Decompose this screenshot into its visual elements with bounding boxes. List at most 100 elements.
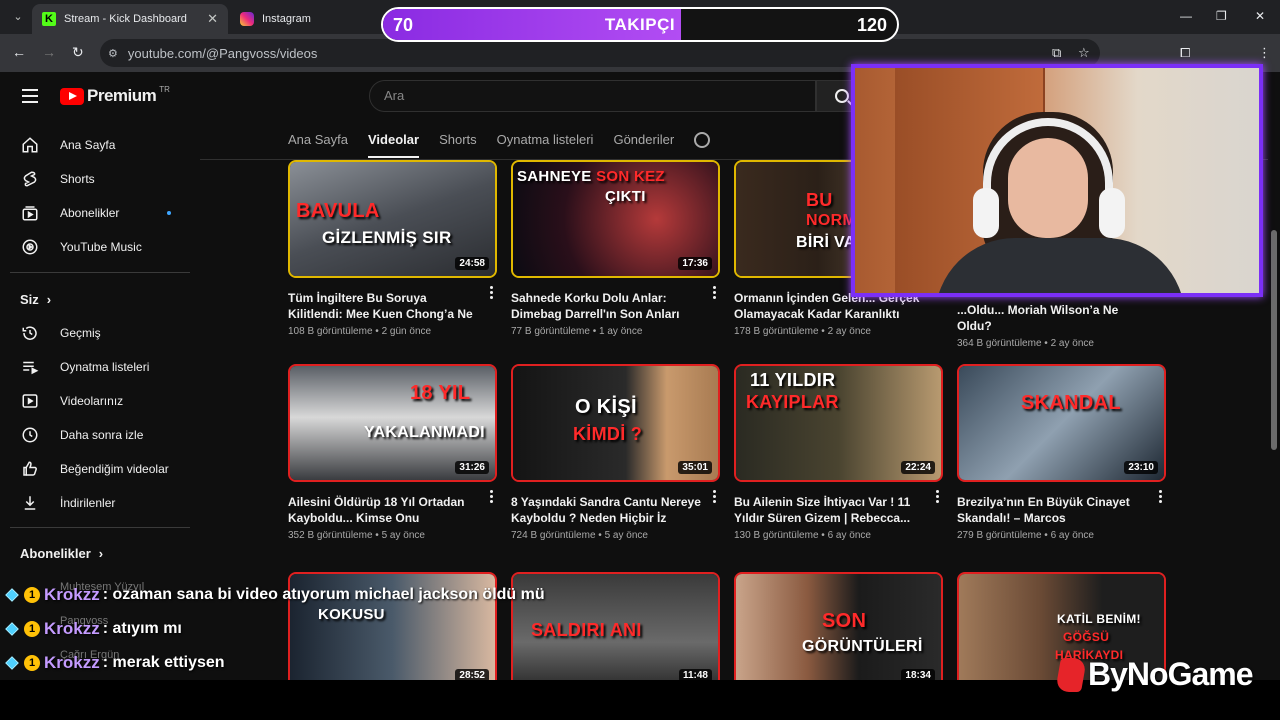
scrollbar-thumb[interactable] [1271, 230, 1277, 450]
video-thumbnail[interactable]: SKANDAL 23:10 [957, 364, 1166, 482]
video-thumbnail[interactable]: BAVULA GİZLENMİŞ SIR 24:58 [288, 160, 497, 278]
video-meta: 279 B görüntüleme • 6 ay önce [957, 530, 1094, 541]
forward-icon[interactable]: → [42, 44, 56, 60]
video-card[interactable]: O KİŞİ KİMDİ ? 35:01 8 Yaşındaki Sandra … [511, 364, 720, 541]
video-duration: 24:58 [455, 257, 489, 270]
thumbnail-caption: KİMDİ ? [573, 424, 643, 444]
url-text: youtube.com/@Pangvoss/videos [127, 45, 318, 61]
tab-search-button[interactable]: ⌄ [8, 7, 28, 27]
video-title[interactable]: Sahnede Korku Dolu Anlar: Dimebag Darrel… [511, 290, 701, 322]
video-meta: 108 B görüntüleme • 2 gün önce [288, 326, 432, 337]
diamond-badge-icon [5, 588, 19, 602]
chat-message: 1 Krokzz : atıyım mı [5, 618, 182, 640]
maximize-icon[interactable]: ❐ [1216, 9, 1227, 23]
tab-instagram[interactable]: Instagram [230, 4, 380, 34]
video-title[interactable]: ...Oldu... Moriah Wilson’a Ne Oldu? [957, 302, 1147, 334]
video-age: 5 ay önce [381, 530, 425, 541]
video-card[interactable]: BAVULA GİZLENMİŞ SIR 24:58 Tüm İngiltere… [288, 160, 497, 337]
headset-earcup [1099, 188, 1125, 238]
chat-text: : atıyım mı [102, 620, 182, 637]
video-thumbnail[interactable]: O KİŞİ KİMDİ ? 35:01 [511, 364, 720, 482]
video-age: 2 gün önce [381, 326, 432, 337]
video-thumbnail[interactable]: SAHNEYE SON KEZ ÇIKTI 17:36 [511, 160, 720, 278]
more-options-icon[interactable] [490, 490, 493, 505]
sidebar-item-history[interactable]: Geçmiş [0, 316, 190, 350]
tab-home[interactable]: Ana Sayfa [288, 130, 348, 160]
window-close-icon[interactable]: ✕ [1255, 9, 1265, 23]
sidebar-you-header[interactable]: Siz › [0, 282, 190, 316]
minimize-icon[interactable]: — [1180, 9, 1192, 23]
sidebar-item-watch-later[interactable]: Daha sonra izle [0, 418, 190, 452]
more-options-icon[interactable] [936, 490, 939, 505]
more-options-icon[interactable] [713, 490, 716, 505]
video-card[interactable]: SON GÖRÜNTÜLERİ 18:34 [734, 572, 943, 680]
extensions-icon[interactable]: ⧠ [1180, 45, 1190, 61]
watch-later-icon [20, 425, 40, 445]
tab-title: Stream - Kick Dashboard [64, 13, 187, 25]
sidebar-item-label: Daha sonra izle [60, 428, 144, 442]
sidebar-item-your-videos[interactable]: Videolarınız [0, 384, 190, 418]
video-title[interactable]: Bu Ailenin Size İhtiyacı Var ! 11 Yıldır… [734, 494, 924, 526]
kick-favicon-icon: K [42, 12, 56, 26]
youtube-logo[interactable]: Premium TR [60, 85, 170, 106]
playlist-icon [20, 357, 40, 377]
tab-shorts[interactable]: Shorts [439, 130, 477, 160]
more-options-icon[interactable] [713, 286, 716, 301]
video-card[interactable]: 11 YILDIR KAYIPLAR 22:24 Bu Ailenin Size… [734, 364, 943, 541]
video-title[interactable]: Tüm İngiltere Bu Soruya Kilitlendi: Mee … [288, 290, 478, 322]
bookmark-star-icon[interactable]: ☆ [1078, 45, 1090, 61]
video-thumbnail[interactable]: SON GÖRÜNTÜLERİ 18:34 [734, 572, 943, 680]
chat-message: 1 Krokzz : merak ettiysen [5, 652, 225, 674]
video-age: 1 ay önce [599, 326, 643, 337]
channel-search-icon[interactable] [694, 132, 711, 148]
thumbnail-caption: NORM [806, 212, 857, 229]
your-videos-icon [20, 391, 40, 411]
more-options-icon[interactable] [490, 286, 493, 301]
logo-text: Premium [87, 86, 157, 105]
video-title[interactable]: Ailesini Öldürüp 18 Yıl Ortadan Kayboldu… [288, 494, 478, 526]
menu-icon[interactable] [22, 89, 38, 107]
video-meta: 178 B görüntüleme • 2 ay önce [734, 326, 871, 337]
install-app-icon[interactable]: ⧉ [1052, 45, 1061, 61]
reload-icon[interactable]: ↻ [72, 44, 84, 61]
diamond-badge-icon [5, 622, 19, 636]
video-card[interactable]: SAHNEYE SON KEZ ÇIKTI 17:36 Sahnede Kork… [511, 160, 720, 337]
chat-username: Krokzz [44, 619, 100, 638]
page-scrollbar[interactable] [1268, 72, 1280, 680]
video-thumbnail[interactable]: 11 YILDIR KAYIPLAR 22:24 [734, 364, 943, 482]
video-duration: 11:48 [678, 669, 712, 680]
video-title[interactable]: Brezilya’nın En Büyük Cinayet Skandalı! … [957, 494, 1147, 526]
address-bar[interactable]: ⚙ youtube.com/@Pangvoss/videos [100, 39, 1100, 67]
video-card[interactable]: SKANDAL 23:10 Brezilya’nın En Büyük Cina… [957, 364, 1166, 541]
bynogame-logo: ByNoGame [1055, 656, 1253, 693]
video-meta: 130 B görüntüleme • 6 ay önce [734, 530, 871, 541]
search-input[interactable]: Ara [369, 80, 816, 112]
site-info-icon[interactable]: ⚙ [108, 47, 118, 60]
subscriber-badge-icon: 1 [24, 621, 40, 637]
sidebar-item-subscriptions[interactable]: Abonelikler [0, 196, 190, 230]
tab-posts[interactable]: Gönderiler [613, 130, 674, 160]
bynogame-mark-icon [1055, 657, 1087, 692]
video-title[interactable]: 8 Yaşındaki Sandra Cantu Nereye Kayboldu… [511, 494, 701, 526]
sidebar-subscriptions-header[interactable]: Abonelikler › [0, 536, 190, 570]
video-thumbnail[interactable]: 18 YIL YAKALANMADI 31:26 [288, 364, 497, 482]
video-age: 6 ay önce [827, 530, 871, 541]
follower-current: 70 [393, 15, 414, 35]
tab-kick-dashboard[interactable]: K Stream - Kick Dashboard ✕ [32, 4, 228, 34]
back-icon[interactable]: ← [12, 44, 26, 60]
close-icon[interactable]: ✕ [207, 11, 218, 27]
video-card[interactable]: 18 YIL YAKALANMADI 31:26 Ailesini Öldürü… [288, 364, 497, 541]
sidebar-item-youtube-music[interactable]: YouTube Music [0, 230, 190, 264]
sidebar-item-downloads[interactable]: İndirilenler [0, 486, 190, 520]
sidebar-item-home[interactable]: Ana Sayfa [0, 128, 190, 162]
chevron-right-icon: › [46, 291, 52, 307]
browser-menu-icon[interactable]: ⋮ [1258, 45, 1271, 61]
sidebar-item-playlists[interactable]: Oynatma listeleri [0, 350, 190, 384]
sidebar-item-liked-videos[interactable]: Beğendiğim videolar [0, 452, 190, 486]
tab-videos[interactable]: Videolar [368, 130, 420, 158]
sidebar-item-shorts[interactable]: Shorts [0, 162, 190, 196]
search-icon [835, 89, 849, 103]
tab-playlists[interactable]: Oynatma listeleri [497, 130, 594, 160]
video-age: 2 ay önce [827, 326, 871, 337]
more-options-icon[interactable] [1159, 490, 1162, 505]
